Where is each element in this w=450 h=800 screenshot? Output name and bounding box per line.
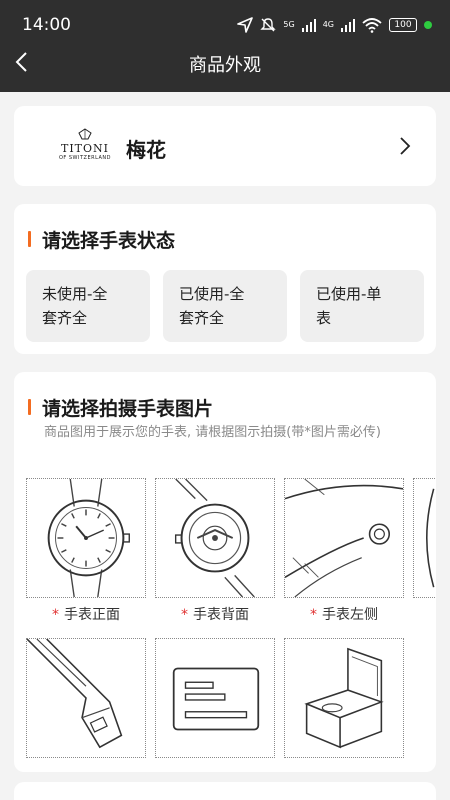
watch-photos-title: 请选择拍摄手表图片 — [28, 394, 213, 421]
watch-photos-hint: 商品图用于展示您的手表, 请根据图示拍摄(带*图片需必传) — [44, 425, 381, 440]
chevron-right-icon — [400, 137, 411, 155]
status-option-label: 已使用-全 — [179, 285, 245, 303]
battery-icon: 100 — [389, 18, 417, 32]
photo-slot-left[interactable] — [284, 478, 404, 598]
signal-4g-icon — [341, 19, 355, 32]
status-time: 14:00 — [22, 15, 71, 35]
status-dot — [424, 21, 432, 29]
mute-icon — [260, 18, 277, 32]
photo-slot-box[interactable] — [284, 638, 404, 758]
watch-front-illustration — [47, 479, 130, 597]
photo-slot-clasp[interactable] — [26, 638, 146, 758]
next-section-card — [14, 782, 436, 800]
navigation-icon — [237, 17, 254, 33]
brand-row[interactable]: TITONI OF SWITZERLAND 梅花 — [14, 106, 436, 186]
watch-right-illustration — [426, 488, 435, 588]
status-option-label: 套齐全 — [42, 309, 88, 327]
watch-box-illustration — [304, 647, 384, 749]
watch-clasp-illustration — [27, 639, 123, 749]
network-5g-label: 5G — [283, 20, 295, 29]
network-4g-label: 4G — [322, 20, 334, 29]
watch-status-title: 请选择手表状态 — [28, 226, 175, 253]
photo-caption-front: * 手表正面 — [52, 607, 120, 623]
status-option-label: 已使用-单 — [316, 285, 382, 303]
page-title: 商品外观 — [189, 55, 261, 76]
status-option-label: 未使用-全 — [42, 285, 108, 303]
photo-caption-back: * 手表背面 — [181, 607, 249, 623]
watch-back-illustration — [174, 479, 255, 597]
brand-logo: TITONI OF SWITZERLAND — [48, 128, 122, 170]
status-option-label: 表 — [316, 309, 332, 327]
photo-slot-front[interactable] — [26, 478, 146, 598]
brand-logo-text: TITONI — [60, 142, 109, 155]
watch-status-section: 请选择手表状态 未使用-全 套齐全 已使用-全 套齐全 已使用-单 表 — [14, 204, 436, 354]
status-option-used-full-set[interactable]: 已使用-全 套齐全 — [163, 270, 287, 342]
photo-slot-back[interactable] — [155, 478, 275, 598]
signal-5g-icon — [301, 19, 316, 32]
status-option-used-watch-only[interactable]: 已使用-单 表 — [300, 270, 424, 342]
brand-name: 梅花 — [126, 138, 166, 162]
status-option-unused-full-set[interactable]: 未使用-全 套齐全 — [26, 270, 150, 342]
nav-bar: 商品外观 — [0, 40, 450, 92]
crown-icon — [78, 128, 92, 140]
photo-caption-left: * 手表左侧 — [310, 607, 378, 623]
photo-slot-certificate[interactable] — [155, 638, 275, 758]
photo-slot-right[interactable] — [413, 478, 436, 598]
wifi-icon — [362, 18, 382, 33]
watch-left-illustration — [285, 479, 403, 597]
status-icons: 5G 4G 100 — [237, 14, 432, 36]
status-option-label: 套齐全 — [179, 309, 225, 327]
brand-logo-subtext: OF SWITZERLAND — [58, 155, 112, 161]
watch-photos-section: 请选择拍摄手表图片 商品图用于展示您的手表, 请根据图示拍摄(带*图片需必传) — [14, 372, 436, 772]
certificate-card-illustration — [172, 667, 260, 731]
